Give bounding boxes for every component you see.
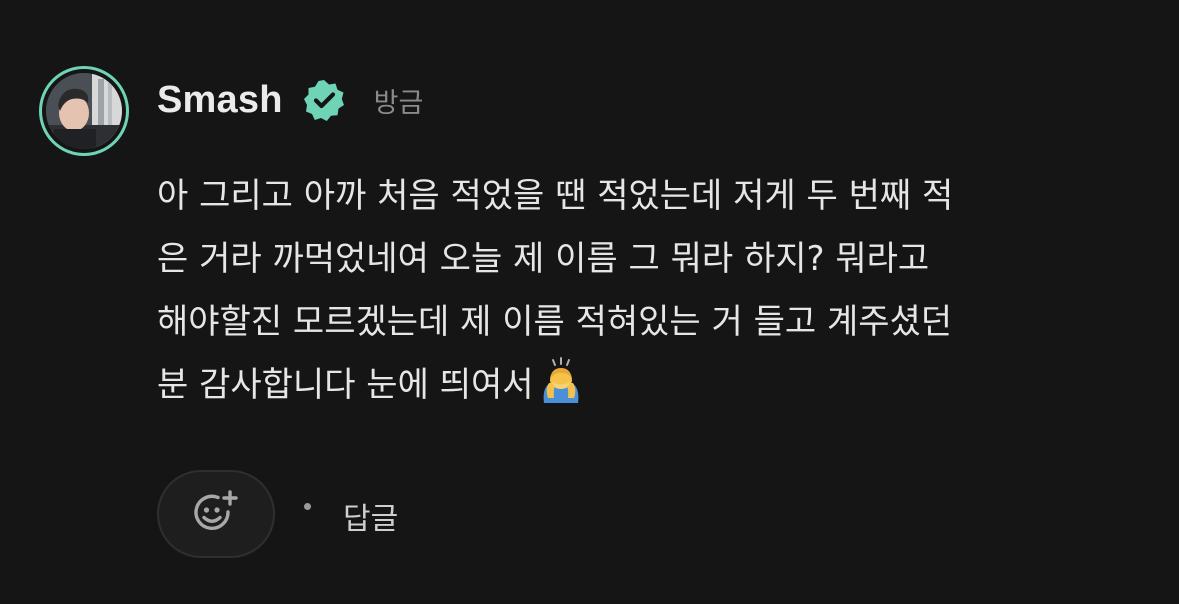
comment-header: Smash 방금	[157, 76, 423, 124]
reply-button[interactable]: 답글	[343, 494, 398, 538]
bowing-person-emoji-icon	[543, 357, 578, 403]
comment-line: 분 감사합니다 눈에 띄여서	[157, 365, 534, 405]
comment-last-line: 분 감사합니다 눈에 띄여서	[157, 354, 1147, 417]
comment-timestamp: 방금	[373, 87, 424, 119]
comment-body: 아 그리고 아까 처음 적었을 땐 적었는데 저게 두 번째 적 은 거라 까먹…	[157, 165, 1147, 417]
comment-line: 아 그리고 아까 처음 적었을 땐 적었는데 저게 두 번째 적	[157, 176, 954, 216]
add-reaction-icon	[194, 490, 238, 531]
avatar[interactable]	[39, 66, 129, 156]
separator-dot	[304, 503, 311, 510]
comment-line: 은 거라 까먹었네여 오늘 제 이름 그 뭐라 하지? 뭐라고	[157, 239, 930, 279]
add-reaction-button[interactable]	[157, 470, 275, 558]
author-name[interactable]: Smash	[157, 79, 283, 122]
avatar-image	[46, 73, 122, 149]
comment-line: 해야할진 모르겠는데 제 이름 적혀있는 거 들고 계주셨던	[157, 302, 953, 342]
verified-badge-icon	[303, 80, 344, 121]
